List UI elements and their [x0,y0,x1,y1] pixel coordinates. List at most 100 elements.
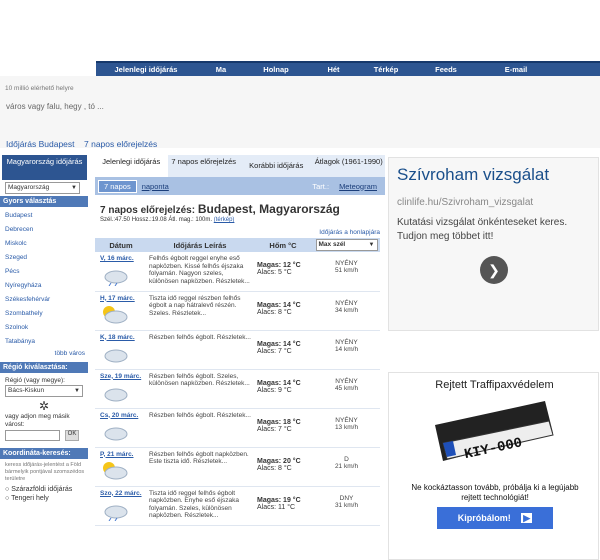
wind-speed: 14 km/h [334,345,359,353]
table-row: Cs, 20 márc. Részben felhős égbolt. Részl… [95,408,380,448]
try-button[interactable]: Kipróbálom! ▶ [437,507,553,529]
cloud-rain-icon [104,270,128,287]
subtab-daily[interactable]: naponta [137,181,174,192]
ad2-title[interactable]: Rejtett Traffipaxvédelem [389,379,600,391]
country-select[interactable]: Magyarország ▼ [5,182,80,194]
header-area: 10 millió elérhető helyre város vagy fal… [0,76,600,149]
breadcrumb-7day[interactable]: 7 napos előrejelzés [84,139,157,149]
wind-speed: 13 km/h [334,423,359,431]
date-link[interactable]: V, 16 márc. [95,252,147,262]
date-link[interactable]: Cs, 20 márc. [95,409,147,419]
wind-cell: NYÉNY 14 km/h [313,330,380,370]
date-cell: P, 21 márc. [95,447,147,487]
chevron-down-icon: ▼ [71,185,77,191]
ad1-title[interactable]: Szívroham vizsgálat [397,165,549,185]
nav-item-0[interactable]: Jelenlegi időjárás [96,63,196,76]
date-link[interactable]: K, 18 márc. [95,331,147,341]
tab-current[interactable]: Jelenlegi időjárás [95,155,168,177]
chevron-right-icon[interactable]: ❯ [480,256,508,284]
date-link[interactable]: H, 17 márc. [95,292,147,302]
nav-item-3[interactable]: Hét [306,63,361,76]
wind-dir: DNY [339,494,354,502]
sun-cloud-icon [103,305,128,323]
tab-7day[interactable]: 7 napos előrejelzés [168,155,241,177]
temp-cell: Magas: 14 °C Alacs: 9 °C [253,369,313,409]
nav-item-6[interactable]: E-mail [481,63,551,76]
more-cities-link[interactable]: több város [0,350,88,357]
sidebar-item-city[interactable]: Nyíregyháza [0,280,88,294]
date-link[interactable]: Sze, 19 márc. [95,370,147,380]
nav-item-5[interactable]: Feeds [411,63,481,76]
wind-speed: 31 km/h [334,501,359,509]
nav-item-2[interactable]: Holnap [246,63,306,76]
temp-cell: Magas: 19 °C Alacs: 11 °C [253,486,313,526]
temp-cell: Magas: 18 °C Alacs: 7 °C [253,408,313,448]
radio-sea[interactable]: ○ Tengeri hely [0,493,88,502]
embed-link[interactable]: Időjárás a honlapjára [95,223,385,238]
arrow-right-icon: ▶ [521,513,533,523]
ad-radar-detector[interactable]: Rejtett Traffipaxvédelem KIY-000 Ne kock… [388,372,599,560]
wind-speed: 21 km/h [334,462,359,470]
col-wind: Max szél ▼ [313,238,380,252]
date-link[interactable]: Szo, 22 márc. [95,487,147,497]
wind-dir: NYÉNY [335,416,358,424]
ad1-text: Kutatási vizsgálat önkénteseket keres. T… [397,217,568,242]
ad-heart-screening[interactable]: Szívroham vizsgálat clinlife.hu/Szivroha… [388,157,599,331]
table-row: V, 16 márc. Felhős égbolt reggel enyhe es… [95,252,380,292]
sidebar-item-city[interactable]: Budapest [0,210,88,224]
city-input[interactable] [5,430,60,441]
desc-cell: Részben felhős égbolt napközben. Este ti… [147,447,253,487]
quick-select-heading: Gyors választás [0,196,88,207]
nav-item-1[interactable]: Ma [196,63,246,76]
wind-select[interactable]: Max szél ▼ [315,239,378,251]
top-nav: Jelenlegi időjárás Ma Holnap Hét Térkép Feeds… [96,61,600,76]
sidebar-item-city[interactable]: Tatabánya [0,336,88,350]
subtab-range: Tart.: [312,181,330,191]
sidebar-item-city[interactable]: Debrecen [0,224,88,238]
sidebar-title: Magyarország időjárás [2,155,87,180]
go-button[interactable]: OK [65,430,79,441]
radio-land[interactable]: ○ Szárazföldi időjárás [0,483,88,493]
sidebar-item-city[interactable]: Miskolc [0,238,88,252]
wind-cell: D 21 km/h [313,447,380,487]
chevron-down-icon: ▼ [368,242,375,248]
temp-high: Magas: 14 °C [257,301,301,309]
search-input[interactable]: város vagy falu, hegy , tó ... [6,102,236,116]
date-cell: K, 18 márc. [95,330,147,370]
sidebar-item-city[interactable]: Szolnok [0,322,88,336]
ad1-url: clinlife.hu/Szivroham_vizsgalat [397,197,534,208]
table-row: P, 21 márc. Részben felhős égbolt napközb… [95,447,380,487]
region-heading: Régió kiválasztása: [0,362,88,373]
sidebar-item-city[interactable]: Székesfehérvár [0,294,88,308]
desc-cell: Felhős égbolt reggel enyhe eső napközben… [147,252,253,292]
desc-cell: Részben felhős égbolt. Szeles, különösen… [147,369,253,409]
sidebar-item-city[interactable]: Szeged [0,252,88,266]
chevron-down-icon: ▼ [74,388,80,394]
forecast-panel: Jelenlegi időjárás 7 napos előrejelzés K… [95,155,385,560]
subtab-7day[interactable]: 7 napos [98,179,137,193]
wind-dir: NYÉNY [335,377,358,385]
desc-cell: Részben felhős égbolt. Részletek... [147,330,253,370]
temp-low: Alacs: 8 °C [257,464,292,472]
tab-averages[interactable]: Átlagok (1961-1990) [313,155,386,177]
forecast-table: Dátum Időjárás Leírás Hőm °C Max szél ▼ V… [95,238,380,526]
sun-icon: ✲ [38,399,50,413]
sidebar-item-city[interactable]: Pécs [0,266,88,280]
radio-icon: ○ [5,495,10,502]
date-link[interactable]: P, 21 márc. [95,448,147,458]
wind-speed: 51 km/h [334,267,359,274]
sidebar-item-city[interactable]: Szombathely [0,308,88,322]
subtab-meteogram[interactable]: Meteogram [334,181,382,192]
city-list: Budapest Debrecen Miskolc Szeged Pécs Nyíregy… [0,207,88,350]
desc-cell: Tiszta idő reggel felhős égbolt napközbe… [147,486,253,526]
table-row: H, 17 márc. Tiszta idő reggel részben fel… [95,291,380,331]
desc-cell: Részben felhős égbolt. Részletek... [147,408,253,448]
map-link[interactable]: (térkép) [214,217,235,223]
nav-item-4[interactable]: Térkép [361,63,411,76]
breadcrumb-budapest[interactable]: Időjárás Budapest [6,139,75,149]
region-select[interactable]: Bács-Kiskun ▼ [5,385,83,397]
temp-high: Magas: 14 °C [257,379,301,387]
temp-low: Alacs: 8 °C [257,308,292,316]
tab-history[interactable]: Korábbi időjárás [240,155,313,177]
wind-cell: DNY 31 km/h [313,486,380,526]
